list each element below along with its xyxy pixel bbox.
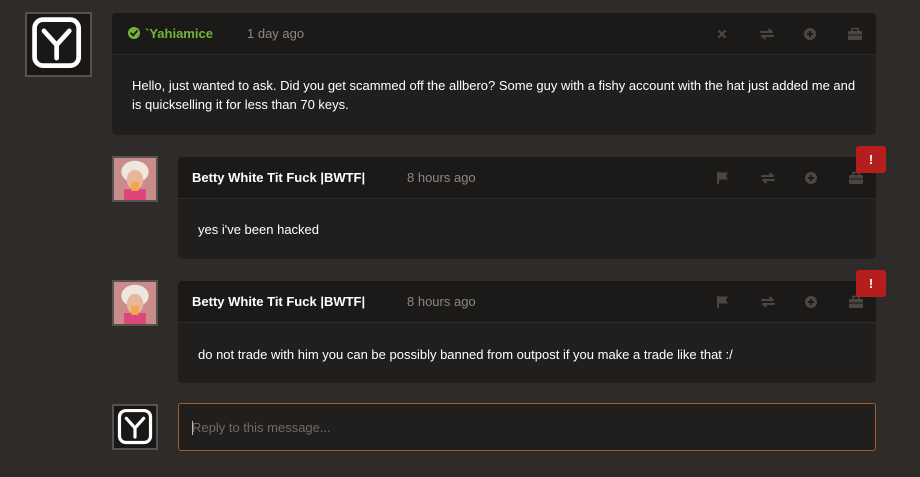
reply-input[interactable] bbox=[179, 404, 875, 450]
message-author[interactable]: Betty White Tit Fuck |BWTF| bbox=[192, 294, 365, 309]
message-body: yes i've been hacked bbox=[198, 222, 320, 237]
message-timestamp: 1 day ago bbox=[247, 26, 305, 41]
avatar-photo bbox=[114, 158, 156, 200]
message-header: `Yahiamice 1 day ago bbox=[112, 13, 876, 55]
briefcase-icon[interactable] bbox=[846, 25, 864, 43]
message-author[interactable]: Betty White Tit Fuck |BWTF| bbox=[192, 170, 365, 185]
avatar-photo bbox=[114, 282, 156, 324]
report-badge[interactable]: ! bbox=[856, 146, 886, 173]
flag-icon[interactable] bbox=[714, 169, 732, 187]
flag-icon[interactable] bbox=[714, 293, 732, 311]
swap-icon[interactable] bbox=[759, 293, 777, 311]
message-author[interactable]: `Yahiamice bbox=[145, 26, 213, 41]
avatar[interactable] bbox=[112, 280, 158, 326]
message-header: Betty White Tit Fuck |BWTF| 8 hours ago bbox=[178, 281, 876, 323]
swap-icon[interactable] bbox=[759, 169, 777, 187]
message-card: `Yahiamice 1 day ago Hello, just wanted … bbox=[112, 13, 876, 135]
add-icon[interactable] bbox=[801, 25, 819, 43]
message-timestamp: 8 hours ago bbox=[407, 170, 476, 185]
verified-check-icon bbox=[128, 27, 140, 39]
message-card: Betty White Tit Fuck |BWTF| 8 hours ago … bbox=[178, 281, 876, 383]
y-logo-icon bbox=[117, 408, 153, 445]
report-badge[interactable]: ! bbox=[856, 270, 886, 297]
swap-icon[interactable] bbox=[758, 25, 776, 43]
message-actions bbox=[713, 169, 873, 187]
message-actions bbox=[712, 25, 872, 43]
message-header: Betty White Tit Fuck |BWTF| 8 hours ago bbox=[178, 157, 876, 199]
y-logo-icon bbox=[32, 17, 82, 68]
add-icon[interactable] bbox=[802, 293, 820, 311]
message-body: do not trade with him you can be possibl… bbox=[198, 347, 733, 362]
reply-box bbox=[178, 403, 876, 451]
avatar[interactable] bbox=[25, 12, 92, 77]
message-card: Betty White Tit Fuck |BWTF| 8 hours ago … bbox=[178, 157, 876, 259]
message-actions bbox=[713, 293, 873, 311]
message-body: Hello, just wanted to ask. Did you get s… bbox=[132, 78, 856, 112]
close-icon[interactable] bbox=[713, 25, 731, 43]
message-timestamp: 8 hours ago bbox=[407, 294, 476, 309]
avatar[interactable] bbox=[112, 156, 158, 202]
add-icon[interactable] bbox=[802, 169, 820, 187]
text-caret bbox=[192, 421, 193, 435]
avatar[interactable] bbox=[112, 404, 158, 450]
